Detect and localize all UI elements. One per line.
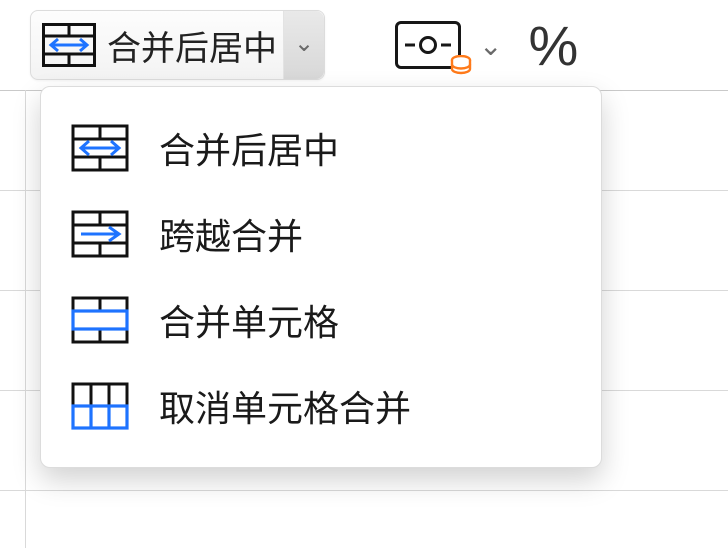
menu-item-label: 合并单元格 xyxy=(159,294,339,346)
chevron-down-icon: ⌄ xyxy=(294,29,314,58)
currency-dropdown-arrow[interactable]: ⌄ xyxy=(473,29,508,62)
menu-item-merge-center[interactable]: 合并后居中 xyxy=(41,105,601,191)
merge-dropdown-menu: 合并后居中 跨越合并 合并 xyxy=(40,86,602,468)
merge-center-icon xyxy=(41,22,97,68)
menu-item-label: 合并后居中 xyxy=(159,122,339,174)
merge-center-icon xyxy=(69,122,131,174)
menu-item-unmerge-cells[interactable]: 取消单元格合并 xyxy=(41,363,601,449)
menu-item-merge-across[interactable]: 跨越合并 xyxy=(41,191,601,277)
merge-dropdown-arrow[interactable]: ⌄ xyxy=(283,11,324,79)
merge-cells-icon xyxy=(69,294,131,346)
merge-across-icon xyxy=(69,208,131,260)
merge-center-button[interactable]: 合并后居中 ⌄ xyxy=(30,10,325,80)
menu-item-label: 跨越合并 xyxy=(159,208,303,260)
ribbon-toolbar: 合并后居中 ⌄ ⌄ % xyxy=(0,0,728,90)
menu-item-merge-cells[interactable]: 合并单元格 xyxy=(41,277,601,363)
percent-format-button[interactable]: % xyxy=(520,13,578,78)
currency-format-button[interactable] xyxy=(395,21,461,69)
merge-center-label: 合并后居中 xyxy=(97,21,283,70)
unmerge-cells-icon xyxy=(69,380,131,432)
database-badge-icon xyxy=(449,55,473,79)
menu-item-label: 取消单元格合并 xyxy=(159,380,411,432)
